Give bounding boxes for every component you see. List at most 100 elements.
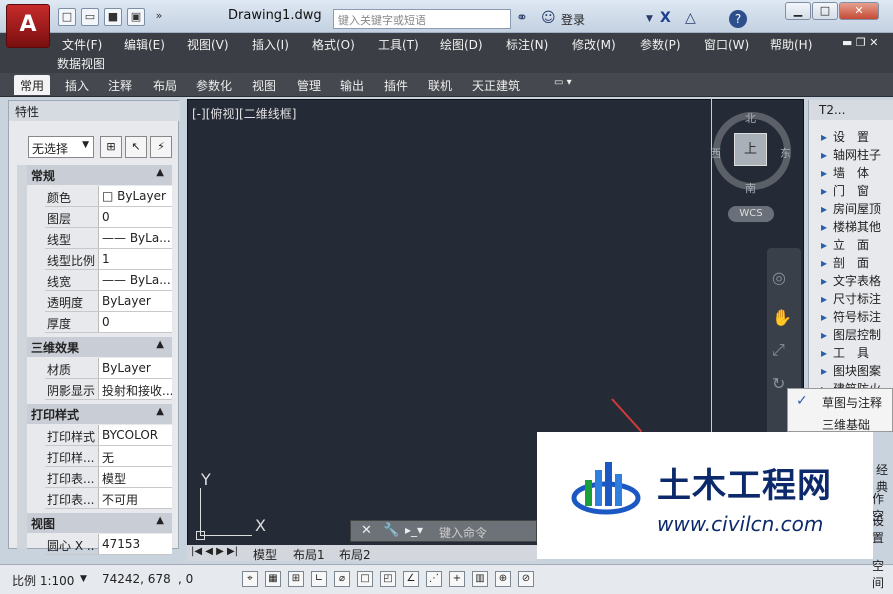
menu-parametric[interactable]: 参数(P) bbox=[640, 36, 681, 53]
property-value[interactable]: ByLayer bbox=[98, 358, 172, 378]
infer-constraints-icon[interactable]: ⌖ bbox=[242, 571, 258, 587]
t2-menu-item[interactable]: 图块图案 bbox=[821, 362, 881, 379]
zoom-extents-icon[interactable]: ⤢ bbox=[772, 340, 785, 360]
property-row[interactable]: 打印样... 无 bbox=[45, 446, 172, 467]
maximize-button[interactable]: □ bbox=[812, 2, 838, 20]
login-dropdown-icon[interactable]: ▼ bbox=[646, 14, 653, 24]
tab-plugins[interactable]: 插件 bbox=[384, 77, 408, 94]
viewport-controls-label[interactable]: [-][俯视][二维线框] bbox=[192, 105, 296, 122]
selection-dropdown[interactable]: 无选择 ▼ bbox=[28, 136, 94, 158]
tab-view[interactable]: 视图 bbox=[252, 77, 276, 94]
property-row[interactable]: 透明度 ByLayer bbox=[45, 291, 172, 312]
tab-insert[interactable]: 插入 bbox=[65, 77, 89, 94]
menu-modify[interactable]: 修改(M) bbox=[572, 36, 616, 53]
dynamic-input-icon[interactable]: + bbox=[449, 571, 465, 587]
search-input[interactable]: 键入关键字或短语 bbox=[333, 9, 511, 29]
property-row[interactable]: 打印表... 不可用 bbox=[45, 488, 172, 509]
property-row[interactable]: 图层 0 bbox=[45, 207, 172, 228]
tab-layout1[interactable]: 布局1 bbox=[293, 546, 325, 563]
property-row[interactable]: 阴影显示 投射和接收... bbox=[45, 379, 172, 400]
snap-mode-icon[interactable]: ▦ bbox=[265, 571, 281, 587]
tab-parametric[interactable]: 参数化 bbox=[196, 77, 232, 94]
transparency-icon[interactable]: ⊕ bbox=[495, 571, 511, 587]
section-view[interactable]: 视图 ▲ bbox=[27, 513, 172, 533]
property-row[interactable]: 打印样式 BYCOLOR bbox=[45, 425, 172, 446]
tab-model[interactable]: 模型 bbox=[253, 546, 277, 563]
minimize-button[interactable]: ▁ bbox=[785, 2, 811, 20]
compass-south[interactable]: 南 bbox=[745, 180, 756, 196]
menu-window[interactable]: 窗口(W) bbox=[704, 36, 749, 53]
t2-menu-item[interactable]: 门 窗 bbox=[821, 182, 869, 199]
section-general[interactable]: 常规 ▲ bbox=[27, 165, 172, 185]
a360-icon[interactable]: △ bbox=[685, 10, 696, 26]
dynamic-ucs-icon[interactable]: ⋰ bbox=[426, 571, 442, 587]
menu-draw[interactable]: 绘图(D) bbox=[440, 36, 483, 53]
exchange-icon[interactable]: X bbox=[660, 10, 671, 26]
binoculars-icon[interactable]: ⚭ bbox=[516, 10, 528, 26]
tab-layout[interactable]: 布局 bbox=[153, 77, 177, 94]
property-row[interactable]: 线型 —— ByLa... bbox=[45, 228, 172, 249]
property-value[interactable]: 不可用 bbox=[98, 488, 172, 508]
property-value[interactable]: —— ByLa... bbox=[98, 228, 172, 248]
tab-manage[interactable]: 管理 bbox=[297, 77, 321, 94]
save-icon[interactable]: ■ bbox=[104, 8, 122, 26]
close-icon[interactable]: ✕ bbox=[361, 523, 372, 538]
orbit-icon[interactable]: ↻ bbox=[772, 374, 785, 393]
menu-view[interactable]: 视图(V) bbox=[187, 36, 229, 53]
steering-wheel-icon[interactable]: ◎ bbox=[772, 268, 786, 287]
property-value[interactable]: 47153 bbox=[98, 534, 172, 554]
t2-menu-item[interactable]: 设 置 bbox=[821, 128, 869, 145]
t2-menu-item[interactable]: 符号标注 bbox=[821, 308, 881, 325]
user-icon[interactable]: ☺ bbox=[541, 10, 556, 26]
property-value[interactable]: 0 bbox=[98, 312, 172, 332]
property-row[interactable]: 打印表... 模型 bbox=[45, 467, 172, 488]
help-icon[interactable]: ? bbox=[729, 10, 747, 28]
tab-annotate[interactable]: 注释 bbox=[108, 77, 132, 94]
menu-data-view[interactable]: 数据视图 bbox=[57, 55, 105, 72]
section-plot-style[interactable]: 打印样式 ▲ bbox=[27, 404, 172, 424]
settings-partial-text[interactable]: 设置 bbox=[872, 512, 893, 546]
ortho-mode-icon[interactable]: ∟ bbox=[311, 571, 327, 587]
tab-online[interactable]: 联机 bbox=[428, 77, 452, 94]
property-row[interactable]: 厚度 0 bbox=[45, 312, 172, 333]
ribbon-toggle-icon[interactable]: ▭ ▾ bbox=[554, 77, 572, 88]
t2-menu-item[interactable]: 轴网柱子 bbox=[821, 146, 881, 163]
application-menu-button[interactable]: A bbox=[6, 4, 50, 48]
property-value[interactable]: ByLayer bbox=[98, 291, 172, 311]
compass-east[interactable]: 东 bbox=[780, 145, 791, 161]
property-row[interactable]: 材质 ByLayer bbox=[45, 358, 172, 379]
workspace-drafting[interactable]: 草图与注释 bbox=[822, 394, 882, 411]
wcs-menu-button[interactable]: WCS bbox=[728, 206, 774, 222]
object-snap-icon[interactable]: □ bbox=[357, 571, 373, 587]
property-value[interactable]: 模型 bbox=[98, 467, 172, 487]
t2-menu-item[interactable]: 图层控制 bbox=[821, 326, 881, 343]
pan-hand-icon[interactable]: ✋ bbox=[772, 308, 792, 327]
menu-format[interactable]: 格式(O) bbox=[312, 36, 355, 53]
quick-select-icon[interactable]: ⚡ bbox=[150, 136, 172, 158]
tab-tangent-arch[interactable]: 天正建筑 bbox=[472, 77, 520, 94]
t2-menu-item[interactable]: 墙 体 bbox=[821, 164, 869, 181]
viewcube-top-face[interactable]: 上 bbox=[734, 133, 767, 166]
menu-insert[interactable]: 插入(I) bbox=[252, 36, 289, 53]
property-value[interactable]: 无 bbox=[98, 446, 172, 466]
polar-tracking-icon[interactable]: ⌀ bbox=[334, 571, 350, 587]
close-button[interactable]: ✕ bbox=[839, 2, 879, 20]
t2-menu-item[interactable]: 房间屋顶 bbox=[821, 200, 881, 217]
wrench-icon[interactable]: 🔧 bbox=[383, 523, 399, 538]
menu-dimension[interactable]: 标注(N) bbox=[506, 36, 548, 53]
menu-help[interactable]: 帮助(H) bbox=[770, 36, 812, 53]
t2-menu-item[interactable]: 尺寸标注 bbox=[821, 290, 881, 307]
command-input[interactable]: 键入命令 bbox=[439, 524, 487, 541]
property-row[interactable]: 颜色 □ ByLayer bbox=[45, 186, 172, 207]
menu-tools[interactable]: 工具(T) bbox=[378, 36, 419, 53]
property-value[interactable]: □ ByLayer bbox=[98, 186, 172, 206]
open-file-icon[interactable]: ▭ bbox=[81, 8, 99, 26]
login-link[interactable]: 登录 bbox=[561, 11, 585, 28]
workspace-3d-basics[interactable]: 三维基础 bbox=[822, 416, 870, 433]
t2-menu-item[interactable]: 工 具 bbox=[821, 344, 869, 361]
compass-west[interactable]: 西 bbox=[710, 145, 721, 161]
property-row[interactable]: 线型比例 1 bbox=[45, 249, 172, 270]
quick-properties-icon[interactable]: ⊘ bbox=[518, 571, 534, 587]
property-row[interactable]: 线宽 —— ByLa... bbox=[45, 270, 172, 291]
chevron-down-icon[interactable]: ▼ bbox=[80, 574, 87, 584]
